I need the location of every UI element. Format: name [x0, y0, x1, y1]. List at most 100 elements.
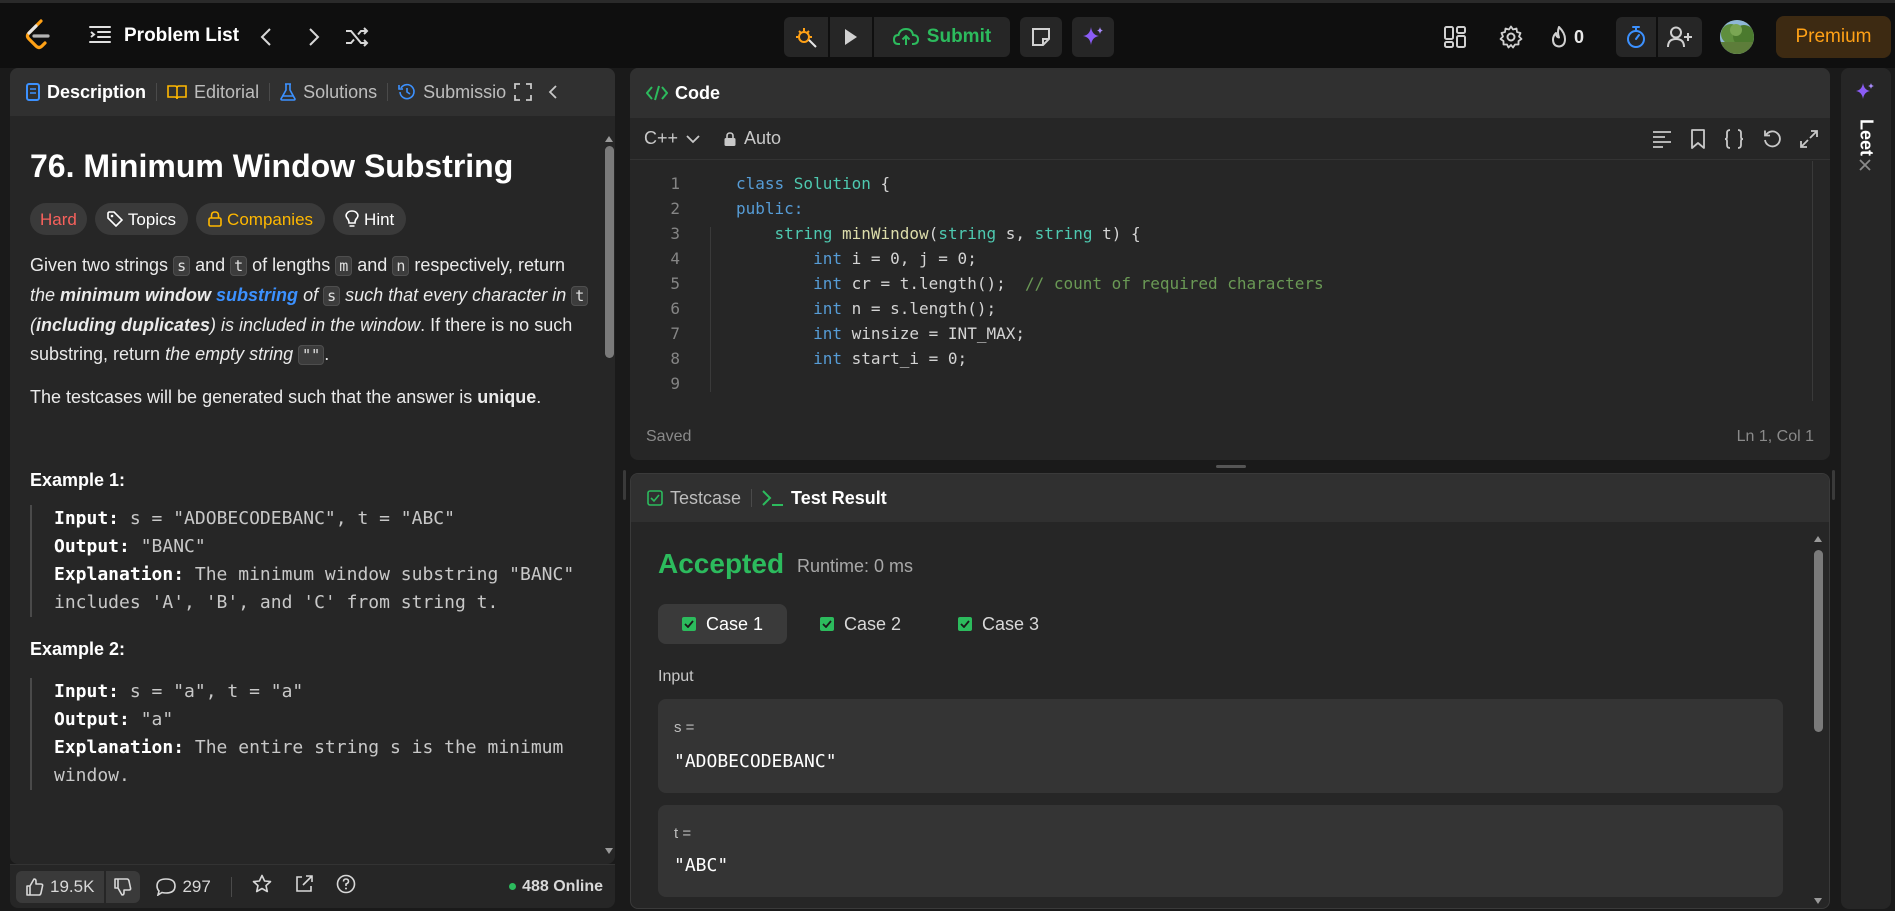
- code-token: s,: [1005, 224, 1035, 243]
- flask-icon: [280, 83, 296, 101]
- code-token: int: [813, 299, 852, 318]
- example-2-box: Input: s = "a", t = "a" Output: "a" Expl…: [30, 678, 590, 790]
- document-icon: [26, 83, 40, 101]
- code-line[interactable]: 2 public:: [630, 196, 803, 221]
- code-line[interactable]: 1 class Solution {: [630, 171, 890, 196]
- problem-list-link[interactable]: Problem List: [124, 23, 239, 49]
- case-2-tab[interactable]: Case 2: [796, 604, 925, 644]
- close-icon[interactable]: [1858, 158, 1872, 177]
- input-s-box[interactable]: s = "ADOBECODEBANC": [658, 699, 1783, 793]
- timer-button[interactable]: [1616, 17, 1656, 57]
- scroll-down-arrow[interactable]: [1813, 892, 1823, 904]
- add-friend-button[interactable]: [1658, 17, 1702, 57]
- example-1-explanation: Explanation: The minimum window substrin…: [54, 561, 590, 617]
- streak-counter[interactable]: 0: [1550, 23, 1584, 51]
- shuffle-icon[interactable]: [344, 25, 370, 49]
- horizontal-resize-handle[interactable]: [1216, 465, 1246, 468]
- comment-count: 297: [182, 876, 211, 896]
- case-3-tab[interactable]: Case 3: [934, 604, 1063, 644]
- maximize-icon[interactable]: [1800, 129, 1818, 148]
- inline-code: n: [392, 256, 410, 276]
- share-button[interactable]: [294, 874, 314, 899]
- like-button[interactable]: 19.5K: [16, 870, 105, 903]
- user-plus-icon: [1667, 26, 1693, 48]
- problem-title: 76. Minimum Window Substring: [30, 148, 514, 184]
- leet-sparkle-icon[interactable]: [1855, 82, 1875, 107]
- language-selector[interactable]: C++: [644, 128, 700, 149]
- description-tabbar: Description Editorial Solutions Submissi…: [10, 68, 615, 116]
- tab-code[interactable]: Code: [630, 68, 730, 118]
- output-label: Output:: [54, 536, 130, 557]
- tab-submissions[interactable]: Submissio: [388, 68, 508, 116]
- scroll-up-arrow[interactable]: [1813, 530, 1823, 542]
- code-line[interactable]: 9: [630, 371, 736, 396]
- description-scrollbar-thumb[interactable]: [605, 146, 614, 358]
- fullscreen-button[interactable]: [508, 68, 538, 116]
- submit-button[interactable]: Submit: [874, 17, 1010, 57]
- tab-description[interactable]: Description: [10, 68, 156, 116]
- problem-list-icon[interactable]: [88, 23, 112, 47]
- companies-tag[interactable]: Companies: [196, 203, 326, 235]
- dislike-button[interactable]: [106, 870, 141, 903]
- online-dot-icon: [509, 883, 517, 890]
- debug-button[interactable]: [784, 17, 828, 57]
- code-line[interactable]: 3 string minWindow(string s, string t) {: [630, 221, 1140, 246]
- auto-mode-toggle[interactable]: Auto: [724, 128, 781, 149]
- text: the empty string: [165, 344, 294, 364]
- leet-side-label[interactable]: Leet: [1848, 118, 1884, 158]
- favorite-button[interactable]: [252, 874, 272, 899]
- chevron-right-icon[interactable]: [302, 25, 326, 49]
- code-line[interactable]: 6 int n = s.length();: [630, 296, 996, 321]
- ai-assistant-button[interactable]: [1072, 17, 1114, 57]
- hint-tag[interactable]: Hint: [333, 203, 407, 235]
- input-section-label: Input: [658, 668, 694, 685]
- tab-editorial[interactable]: Editorial: [157, 68, 269, 116]
- collapse-panel-button[interactable]: [538, 68, 568, 116]
- run-button[interactable]: [830, 17, 872, 57]
- case-1-tab[interactable]: Case 1: [658, 604, 788, 644]
- comment-icon: [156, 877, 177, 896]
- result-scrollbar-thumb[interactable]: [1814, 550, 1823, 732]
- line-number: 7: [670, 324, 680, 343]
- chevron-left-icon[interactable]: [254, 25, 278, 49]
- settings-gear-icon[interactable]: [1498, 25, 1524, 49]
- code-editor[interactable]: 1 class Solution {2 public: 3 string minWin…: [630, 161, 1830, 411]
- layout-icon[interactable]: [1442, 25, 1468, 49]
- example-2-input: Input: s = "a", t = "a": [54, 678, 590, 706]
- code-line[interactable]: 5 int cr = t.length(); // count of requi…: [630, 271, 1323, 296]
- bookmark-icon[interactable]: [1690, 128, 1706, 149]
- right-resize-handle[interactable]: [1832, 470, 1835, 500]
- scroll-down-arrow[interactable]: [604, 842, 614, 854]
- text: the: [30, 285, 61, 305]
- code-line[interactable]: 4 int i = 0, j = 0;: [630, 246, 976, 271]
- leetcode-logo-icon[interactable]: [22, 15, 54, 55]
- tab-test-result[interactable]: Test Result: [752, 474, 897, 522]
- format-lines-icon[interactable]: [1652, 130, 1672, 148]
- reset-icon[interactable]: [1762, 129, 1782, 149]
- curly-braces-icon[interactable]: [1724, 128, 1744, 149]
- tab-testcase[interactable]: Testcase: [631, 474, 751, 522]
- tab-submissions-label: Submissio: [423, 81, 507, 102]
- uniqueness-note: The testcases will be generated such tha…: [30, 383, 590, 412]
- expand-icon: [514, 83, 533, 101]
- premium-button[interactable]: Premium: [1776, 16, 1891, 58]
- tab-solutions[interactable]: Solutions: [270, 68, 387, 116]
- book-icon: [167, 84, 187, 100]
- substring-link[interactable]: substring: [216, 285, 298, 305]
- comments-button[interactable]: 297: [156, 876, 211, 897]
- top-navigation-bar: Problem List Submit 0 Premium: [0, 0, 1895, 68]
- user-avatar[interactable]: [1720, 20, 1754, 54]
- note-icon: [1031, 27, 1051, 47]
- code-panel: Code C++ Auto 1 class Solution {2 publi…: [630, 68, 1830, 460]
- help-button[interactable]: [336, 874, 356, 899]
- input-t-box[interactable]: t = "ABC": [658, 805, 1783, 897]
- code-line[interactable]: 7 int winsize = INT_MAX;: [630, 321, 1025, 346]
- vertical-resize-handle[interactable]: [623, 470, 626, 500]
- notes-button[interactable]: [1020, 17, 1062, 57]
- code-line[interactable]: 8 int start_i = 0;: [630, 346, 967, 371]
- code-token: n = s.length();: [851, 299, 997, 318]
- star-icon: [252, 874, 272, 894]
- topics-tag[interactable]: Topics: [94, 203, 189, 235]
